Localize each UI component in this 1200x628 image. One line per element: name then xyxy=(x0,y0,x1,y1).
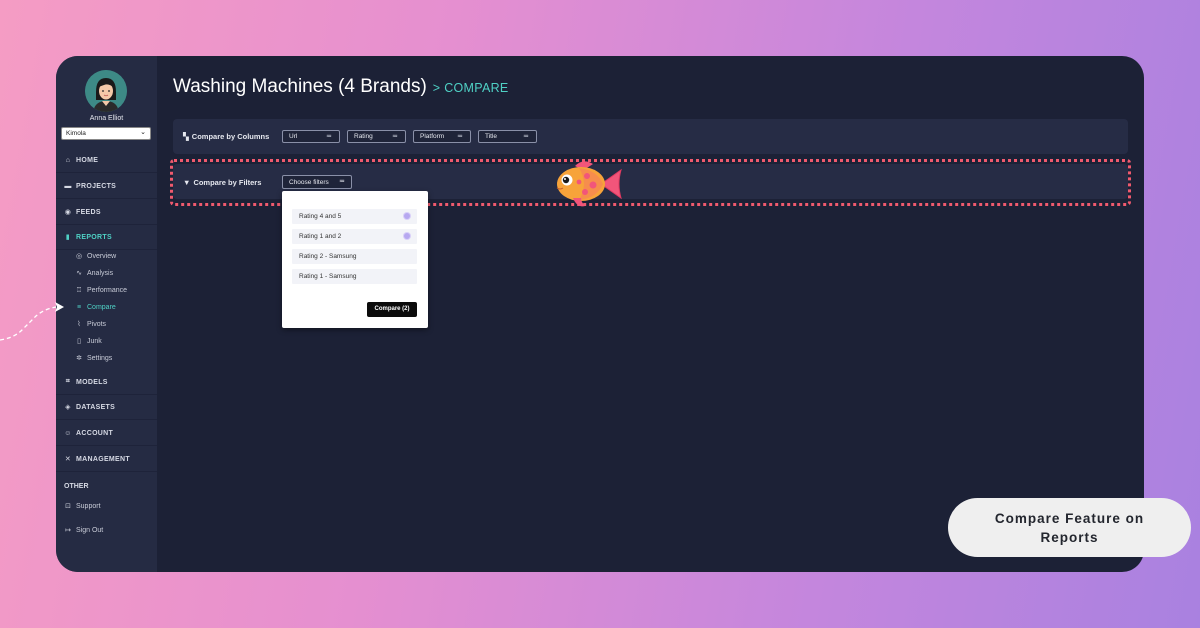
breadcrumb-label: COMPARE xyxy=(444,81,509,95)
sidebar-item-junk-label: Junk xyxy=(87,337,102,345)
nav-models[interactable]: ⌗ MODELS xyxy=(56,370,157,395)
sign-out-icon: ↦ xyxy=(65,527,71,534)
sidebar-item-pivots-label: Pivots xyxy=(87,320,107,328)
filter-option[interactable]: Rating 1 and 2 xyxy=(292,229,417,244)
sidebar-item-analysis[interactable]: ∿ Analysis xyxy=(75,266,113,280)
nav-models-label: MODELS xyxy=(76,378,108,386)
nav-home[interactable]: ⌂ HOME xyxy=(56,148,157,173)
column-filter-title[interactable]: Title ≂ xyxy=(478,130,537,143)
column-filter-rating-label: Rating xyxy=(354,133,373,140)
sidebar-item-junk[interactable]: ▯ Junk xyxy=(75,334,102,348)
column-filter-platform[interactable]: Platform ≂ xyxy=(413,130,471,143)
nav-datasets[interactable]: ◈ DATASETS xyxy=(56,395,157,420)
choose-filters-dropdown[interactable]: Choose filters ≂ xyxy=(282,175,352,189)
column-filter-platform-label: Platform xyxy=(420,133,445,140)
tools-icon: ✕ xyxy=(64,456,72,463)
app-window: Anna Elliot Kimola ⌄ ⌂ HOME ▬ PROJECTS ◉… xyxy=(56,56,1144,572)
filters-menu: Rating 4 and 5 Rating 1 and 2 Rating 2 -… xyxy=(282,191,428,328)
sidebar-item-performance[interactable]: ♖ Performance xyxy=(75,283,127,297)
sidebar-item-performance-label: Performance xyxy=(87,286,128,294)
layers-icon: ◈ xyxy=(65,404,71,411)
filter-option-label: Rating 2 - Samsung xyxy=(299,253,357,260)
support-icon: ⊡ xyxy=(65,503,71,510)
sidebar-item-compare-label: Compare xyxy=(87,303,116,311)
line-chart-icon: ⌇ xyxy=(77,321,81,328)
filter-option-label: Rating 1 and 2 xyxy=(299,233,342,240)
compare-button[interactable]: Compare (2) xyxy=(367,302,417,317)
eye-icon: ◎ xyxy=(75,253,83,260)
other-section-label: OTHER xyxy=(64,483,89,490)
feature-caption-badge: Compare Feature on Reports xyxy=(948,498,1191,557)
fish-sticker-icon xyxy=(556,161,622,207)
trend-icon: ∿ xyxy=(76,270,82,277)
column-filter-url[interactable]: Url ≂ xyxy=(282,130,340,143)
gear-icon: ✲ xyxy=(76,355,82,362)
home-icon: ⌂ xyxy=(65,156,71,164)
folder-icon: ▬ xyxy=(64,182,72,190)
sidebar-item-settings-label: Settings xyxy=(87,354,113,362)
broadcast-icon: ◉ xyxy=(64,209,72,216)
compare-icon: ≡ xyxy=(76,303,82,311)
trophy-icon: ♖ xyxy=(75,287,83,294)
compare-by-columns-text: Compare by Columns xyxy=(191,132,270,141)
sidebar-item-overview[interactable]: ◎ Overview xyxy=(75,249,116,263)
feature-caption-line1: Compare Feature on xyxy=(994,510,1145,526)
nav-reports[interactable]: ▮ REPORTS xyxy=(56,225,157,250)
nav-home-label: HOME xyxy=(76,156,99,164)
nav-management-label: MANAGEMENT xyxy=(76,455,130,463)
nav-management[interactable]: ✕ MANAGEMENT xyxy=(56,447,157,472)
chevron-down-icon: ⌄ xyxy=(140,129,146,136)
columns-icon: ▚ xyxy=(183,132,189,141)
nav-projects[interactable]: ▬ PROJECTS xyxy=(56,174,157,199)
nav-feeds[interactable]: ◉ FEEDS xyxy=(56,200,157,225)
nav-signout-label: Sign Out xyxy=(76,526,104,534)
nav-feeds-label: FEEDS xyxy=(76,208,101,216)
nav-projects-label: PROJECTS xyxy=(76,182,117,190)
filter-option[interactable]: Rating 4 and 5 xyxy=(292,209,417,224)
nav-support[interactable]: ⊡ Support xyxy=(64,502,101,511)
compare-by-columns-panel: ▚ Compare by Columns Url ≂ Rating ≂ Plat… xyxy=(173,119,1128,154)
selected-indicator-icon xyxy=(404,213,410,219)
filter-option[interactable]: Rating 1 - Samsung xyxy=(292,269,417,284)
sidebar-item-analysis-label: Analysis xyxy=(87,269,114,277)
user-name: Anna Elliot xyxy=(89,115,124,122)
column-filter-rating[interactable]: Rating ≂ xyxy=(347,130,406,143)
filter-option-label: Rating 1 - Samsung xyxy=(299,273,357,280)
filter-icon: ≂ xyxy=(339,178,345,185)
trash-icon: ▯ xyxy=(77,338,81,345)
chevron-right-icon: > xyxy=(432,81,441,95)
sidebar-item-pivots[interactable]: ⌇ Pivots xyxy=(75,317,106,331)
user-gear-icon: ☺ xyxy=(64,429,72,437)
bar-chart-icon: ▮ xyxy=(65,234,71,241)
sidebar-item-overview-label: Overview xyxy=(87,252,117,260)
page-title: Washing Machines (4 Brands) xyxy=(173,76,427,97)
sidebar-item-settings[interactable]: ✲ Settings xyxy=(75,351,112,365)
filter-option[interactable]: Rating 2 - Samsung xyxy=(292,249,417,264)
org-select-value: Kimola xyxy=(66,130,86,137)
column-filter-url-label: Url xyxy=(289,133,298,140)
compare-by-columns-label: ▚ Compare by Columns xyxy=(183,132,269,141)
nav-support-label: Support xyxy=(76,502,101,510)
filter-icon: ≂ xyxy=(326,133,332,140)
pointer-arrow-icon xyxy=(0,302,64,341)
nav-account-label: ACCOUNT xyxy=(76,429,114,437)
feature-caption-line2: Reports xyxy=(1040,529,1099,545)
nav-account[interactable]: ☺ ACCOUNT xyxy=(56,421,157,446)
nav-signout[interactable]: ↦ Sign Out xyxy=(64,526,104,535)
filter-icon: ≂ xyxy=(392,133,398,140)
column-filter-title-label: Title xyxy=(485,133,498,140)
nav-reports-label: REPORTS xyxy=(76,233,112,241)
filter-icon: ≂ xyxy=(457,133,463,140)
breadcrumb[interactable]: > COMPARE xyxy=(433,81,509,95)
choose-filters-label: Choose filters xyxy=(289,179,329,186)
models-icon: ⌗ xyxy=(65,378,71,385)
nav-datasets-label: DATASETS xyxy=(76,403,116,411)
avatar[interactable] xyxy=(85,70,127,112)
selected-indicator-icon xyxy=(404,233,410,239)
filter-option-label: Rating 4 and 5 xyxy=(299,213,342,220)
sidebar-item-compare[interactable]: ≡ Compare xyxy=(75,300,116,314)
org-select[interactable]: Kimola ⌄ xyxy=(61,127,151,140)
filter-icon: ≂ xyxy=(523,133,529,140)
page-header: Washing Machines (4 Brands) > COMPARE xyxy=(173,76,509,98)
